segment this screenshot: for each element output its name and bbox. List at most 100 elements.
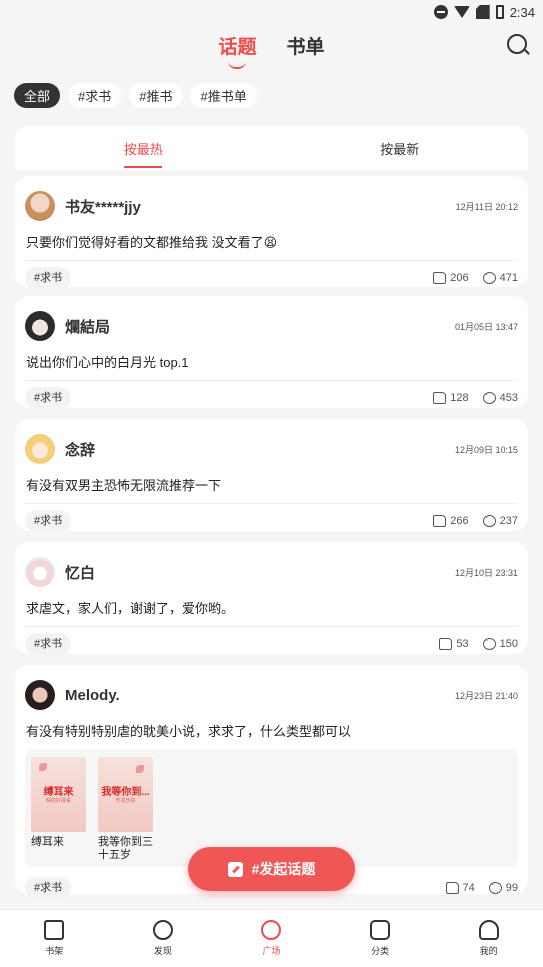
avatar[interactable] [25,311,55,341]
thumbs-up-icon [445,882,459,894]
category-icon [370,920,391,940]
comment-button[interactable]: 453 [482,392,518,404]
comment-count: 150 [499,638,518,650]
username[interactable]: 念辞 [65,439,455,460]
tab-booklists[interactable]: 书单 [287,26,325,59]
sort-hottest[interactable]: 按最热 [15,126,272,170]
thumbs-up-icon [433,272,447,284]
wifi-icon [453,6,470,18]
post-date: 12月23日 21:40 [454,690,518,701]
start-topic-label: #发起话题 [251,861,316,877]
book-item[interactable]: 我等你到... 齐龙乐好 我等你到三十五岁 [98,757,153,861]
comment-icon [482,515,496,527]
post-text: 只要你们觉得好看的文都推给我 没文看了😫 [26,235,278,250]
status-bar: 2:34 [0,0,543,24]
book-cover: 缚耳来 缺的好耳来 [31,757,86,832]
book-cover-title: 我等你到... [101,787,150,798]
like-count: 53 [456,638,469,650]
post-date: 12月10日 23:31 [454,567,518,578]
chip-recommend-book[interactable]: #推书 [129,83,183,108]
nav-profile[interactable]: 我的 [434,910,543,967]
avatar[interactable] [25,434,55,464]
nav-label: 书架 [45,946,64,956]
nav-bookshelf[interactable]: 书架 [0,910,109,967]
comment-count: 471 [499,272,518,284]
nav-label: 广场 [262,946,281,956]
username[interactable]: Melody. [65,687,455,704]
book-cover-subtitle: 缺的好耳来 [45,798,71,804]
search-icon[interactable] [507,34,527,54]
post-card[interactable]: 忆白 12月10日 23:31 求虐文，家人们，谢谢了，爱你哟。 #求书 53 … [15,542,528,655]
discover-icon [152,920,173,940]
comment-count: 99 [505,882,518,894]
like-count: 266 [450,515,469,527]
book-title: 缚耳来 [31,836,64,848]
like-count: 206 [450,272,469,284]
petal-decoration [39,763,47,771]
comment-button[interactable]: 471 [482,272,518,284]
nav-category[interactable]: 分类 [326,910,435,967]
top-tabs: 话题 书单 [0,26,543,69]
book-item[interactable]: 缚耳来 缺的好耳来 缚耳来 [31,757,86,859]
post-text: 求虐文，家人们，谢谢了，爱你哟。 [26,601,235,616]
thumbs-up-icon [439,638,453,650]
chip-recommend-list[interactable]: #推书单 [190,83,257,108]
post-tag[interactable]: #求书 [25,387,72,409]
pen-icon [227,861,243,877]
like-button[interactable]: 53 [439,638,469,650]
post-card[interactable]: 爛結局 01月05日 13:47 说出你们心中的白月光 top.1 #求书 12… [15,296,528,409]
nav-label: 发现 [153,946,172,956]
comment-button[interactable]: 150 [482,638,518,650]
thumbs-up-icon [433,392,447,404]
comment-button[interactable]: 237 [482,515,518,527]
chip-request-book[interactable]: #求书 [68,83,122,108]
plaza-icon [261,920,282,940]
petal-decoration [136,765,144,773]
filter-chips: 全部 #求书 #推书 #推书单 [14,83,257,108]
tab-topics[interactable]: 话题 [218,26,257,69]
start-topic-button[interactable]: #发起话题 [188,847,355,891]
username[interactable]: 书友*****jjy [65,196,456,217]
battery-icon [495,5,504,19]
post-tag[interactable]: #求书 [25,877,72,899]
post-text: 有没有特别特别虐的耽美小说，求求了，什么类型都可以 [26,724,352,739]
comment-button[interactable]: 99 [488,882,518,894]
post-tag[interactable]: #求书 [25,267,72,289]
post-tag[interactable]: #求书 [25,633,72,655]
comment-icon [482,272,496,284]
profile-icon [478,920,499,940]
book-cover-subtitle: 齐龙乐好 [115,798,136,804]
do-not-disturb-icon [433,5,448,19]
username[interactable]: 忆白 [65,562,455,583]
post-text: 说出你们心中的白月光 top.1 [26,355,189,370]
post-text: 有没有双男主恐怖无限流推荐一下 [26,478,222,493]
bookshelf-icon [44,920,65,940]
comment-icon [482,638,496,650]
avatar[interactable] [25,680,55,710]
sort-newest[interactable]: 按最新 [272,126,529,170]
comment-count: 237 [499,515,518,527]
like-button[interactable]: 74 [445,882,475,894]
status-time: 2:34 [509,4,535,20]
username[interactable]: 爛結局 [65,316,455,337]
like-button[interactable]: 128 [433,392,469,404]
active-tab-indicator [228,61,247,69]
comment-icon [488,882,502,894]
nav-discover[interactable]: 发现 [109,910,218,967]
post-date: 12月11日 20:12 [455,201,518,212]
post-date: 01月05日 13:47 [454,321,518,332]
avatar[interactable] [25,191,55,221]
like-button[interactable]: 266 [433,515,469,527]
post-tag[interactable]: #求书 [25,510,72,532]
chip-all[interactable]: 全部 [14,83,61,108]
book-cover: 我等你到... 齐龙乐好 [98,757,153,832]
post-card[interactable]: 念辞 12月09日 10:15 有没有双男主恐怖无限流推荐一下 #求书 266 … [15,419,528,532]
tab-topics-label: 话题 [218,37,257,58]
post-card[interactable]: 书友*****jjy 12月11日 20:12 只要你们觉得好看的文都推给我 没… [15,176,528,289]
nav-plaza[interactable]: 广场 [217,910,326,967]
sort-tabs: 按最热 按最新 [15,126,528,170]
nav-label: 我的 [479,946,498,956]
like-count: 74 [462,882,475,894]
like-button[interactable]: 206 [433,272,469,284]
avatar[interactable] [25,557,55,587]
